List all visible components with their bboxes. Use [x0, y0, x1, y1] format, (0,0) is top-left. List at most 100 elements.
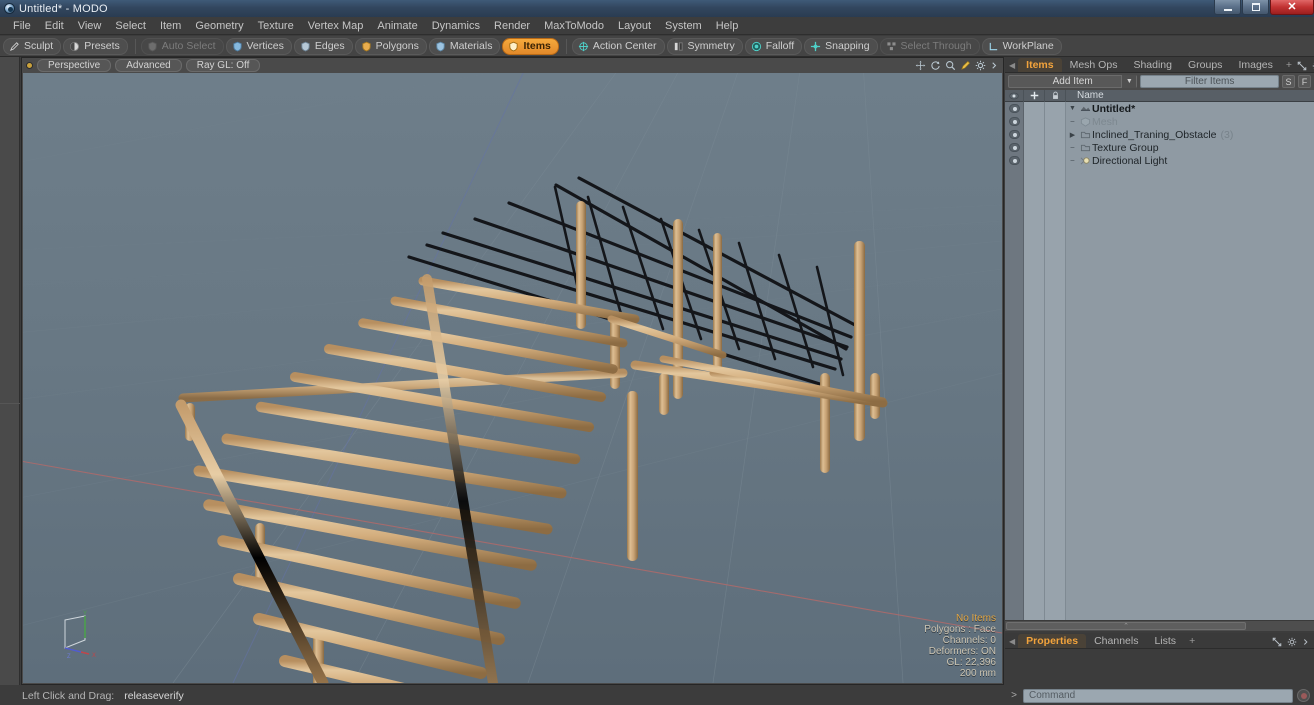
tabstrip-left-arrow-icon[interactable]: ◀ [1009, 61, 1018, 72]
vertices-button[interactable]: Vertices [225, 37, 292, 55]
menu-item-view[interactable]: View [71, 18, 109, 34]
menu-item-help[interactable]: Help [709, 18, 746, 34]
close-icon[interactable]: ✕ [1270, 0, 1314, 15]
item-visibility-toggle[interactable] [1005, 104, 1024, 113]
props-tabstrip-left-arrow-icon[interactable]: ◀ [1009, 637, 1018, 648]
menu-item-vertex-map[interactable]: Vertex Map [301, 18, 371, 34]
expand-icon[interactable] [1297, 61, 1307, 71]
material-icon [436, 41, 445, 51]
presets-button[interactable]: Presets [63, 37, 128, 55]
command-input[interactable]: Command [1023, 688, 1293, 703]
tab-groups[interactable]: Groups [1180, 58, 1230, 72]
materials-button[interactable]: Materials [428, 37, 501, 55]
tab-properties[interactable]: Properties [1018, 634, 1087, 648]
item-label: Inclined_Traning_Obstacle [1092, 128, 1217, 141]
group-icon [1079, 143, 1092, 153]
minimize-icon[interactable] [1214, 0, 1241, 15]
viewport-raygl-toggle[interactable]: Ray GL: Off [185, 59, 261, 72]
workplane-label: WorkPlane [1002, 40, 1054, 52]
mode-toolbar: Sculpt Presets Auto Select Vertices Edge… [0, 36, 1314, 57]
left-tool-rail[interactable] [0, 57, 20, 685]
falloff-label: Falloff [765, 40, 795, 52]
viewport-mode-perspective[interactable]: Perspective [37, 59, 112, 72]
gear-icon[interactable] [975, 60, 986, 71]
menu-item-dynamics[interactable]: Dynamics [425, 18, 487, 34]
items-button[interactable]: Items [502, 37, 559, 55]
menu-item-maxtomodo[interactable]: MaxToModo [537, 18, 611, 34]
menu-item-system[interactable]: System [658, 18, 709, 34]
record-icon[interactable] [1297, 689, 1310, 702]
expand-icon[interactable] [1272, 637, 1282, 647]
falloff-button[interactable]: Falloff [744, 37, 803, 55]
header-plus-icon[interactable] [1024, 89, 1045, 102]
highlight-icon[interactable] [960, 60, 971, 71]
tab-mesh-ops[interactable]: Mesh Ops [1062, 58, 1126, 72]
menu-item-select[interactable]: Select [108, 18, 153, 34]
viewport-3d-canvas[interactable]: Y X Z No Items Polygons : Face Channels:… [23, 73, 1002, 683]
item-list-hscrollbar[interactable]: ⌃ [1005, 620, 1314, 631]
item-twisty-leaf: – [1070, 144, 1075, 151]
menu-item-file[interactable]: File [6, 18, 38, 34]
menu-item-edit[interactable]: Edit [38, 18, 71, 34]
auto-select-button[interactable]: Auto Select [140, 37, 224, 55]
menu-item-texture[interactable]: Texture [251, 18, 301, 34]
status-value: releaseverify [124, 689, 184, 702]
gear-icon[interactable] [1287, 637, 1297, 647]
tab-shading[interactable]: Shading [1125, 58, 1180, 72]
tab-items[interactable]: Items [1018, 58, 1062, 72]
add-item-button[interactable]: Add Item ▼ [1008, 75, 1138, 88]
workplane-button[interactable]: WorkPlane [981, 37, 1062, 55]
item-twisty-collapsed[interactable]: ▶ [1066, 131, 1079, 139]
zoom-icon[interactable] [945, 60, 956, 71]
item-visibility-toggle[interactable] [1005, 156, 1024, 165]
header-eye-icon[interactable] [1005, 89, 1024, 102]
chevron-right-icon[interactable] [1302, 637, 1309, 647]
filter-find-button[interactable]: F [1298, 75, 1312, 88]
list-item[interactable]: – Texture Group [1005, 141, 1314, 154]
menu-item-animate[interactable]: Animate [370, 18, 424, 34]
tabstrip-icons [1297, 61, 1314, 72]
polygons-button[interactable]: Polygons [354, 37, 427, 55]
item-list[interactable]: ▼ Untitled* – Mesh ▶ Inclined_Traning_Ob… [1005, 102, 1314, 620]
maximize-icon[interactable] [1242, 0, 1269, 15]
list-item[interactable]: ▶ Inclined_Traning_Obstacle (3) [1005, 128, 1314, 141]
menu-item-layout[interactable]: Layout [611, 18, 658, 34]
scrollbar-thumb[interactable]: ⌃ [1006, 622, 1246, 630]
window-title: Untitled* - MODO [19, 2, 108, 15]
tab-channels[interactable]: Channels [1086, 634, 1146, 648]
select-through-button[interactable]: Select Through [879, 37, 980, 55]
menu-item-geometry[interactable]: Geometry [188, 18, 250, 34]
filter-select-button[interactable]: S [1282, 75, 1296, 88]
chevron-down-icon[interactable]: ▼ [1121, 75, 1137, 88]
symmetry-button[interactable]: Symmetry [666, 37, 743, 55]
stat-polygons: Polygons : Face [924, 624, 996, 635]
item-visibility-toggle[interactable] [1005, 143, 1024, 152]
status-bar: Left Click and Drag: releaseverify [0, 686, 1004, 705]
filter-items-input[interactable]: Filter Items [1140, 75, 1280, 88]
items-label: Items [523, 40, 551, 52]
viewport-style-advanced[interactable]: Advanced [115, 59, 182, 72]
sculpt-button[interactable]: Sculpt [3, 37, 62, 55]
command-bar: > Command [1005, 686, 1314, 705]
rotate-icon[interactable] [930, 60, 941, 71]
list-item[interactable]: ▼ Untitled* [1005, 102, 1314, 115]
item-twisty-expanded[interactable]: ▼ [1066, 105, 1079, 112]
viewport-active-dot[interactable] [26, 62, 33, 69]
tab-lists[interactable]: Lists [1146, 634, 1184, 648]
snapping-button[interactable]: Snapping [804, 37, 878, 55]
menu-item-render[interactable]: Render [487, 18, 537, 34]
list-item[interactable]: – Mesh [1005, 115, 1314, 128]
tab-add-bottom[interactable]: + [1184, 634, 1200, 648]
chevron-right-icon[interactable] [990, 60, 998, 71]
header-lock-icon[interactable] [1045, 89, 1066, 102]
item-visibility-toggle[interactable] [1005, 117, 1024, 126]
tab-images[interactable]: Images [1230, 58, 1280, 72]
item-visibility-toggle[interactable] [1005, 130, 1024, 139]
edges-button[interactable]: Edges [293, 37, 353, 55]
list-item[interactable]: – Directional Light [1005, 154, 1314, 167]
pan-icon[interactable] [915, 60, 926, 71]
action-center-button[interactable]: Action Center [571, 37, 665, 55]
properties-body [1005, 649, 1314, 679]
menu-item-item[interactable]: Item [153, 18, 188, 34]
tab-add[interactable]: + [1281, 58, 1297, 72]
